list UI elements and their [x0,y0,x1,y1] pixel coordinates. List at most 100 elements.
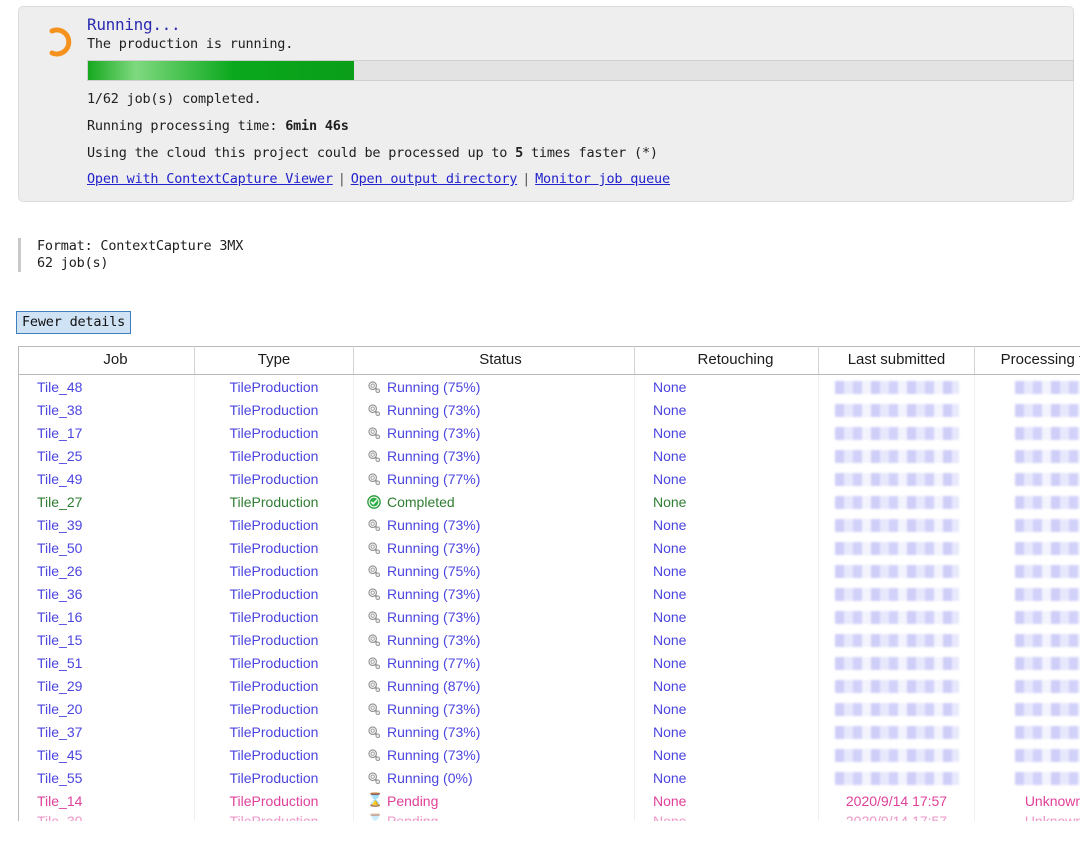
table-row[interactable]: Tile_25 TileProduction Running (73%) None [18,444,1080,467]
status-text: Running (73%) [387,539,481,556]
cell-last-submitted [818,513,975,536]
cell-job[interactable]: Tile_45 [18,743,195,766]
cell-retouching: None [634,605,819,628]
redacted-value [834,519,959,533]
cell-retouching: None [634,651,819,674]
cell-job[interactable]: Tile_14 [18,789,195,812]
cloud-speedup-factor: 5 [515,145,524,161]
table-row[interactable]: Tile_55 TileProduction Running (0%) None [18,766,1080,789]
cell-last-submitted [818,697,975,720]
cell-processing-time [974,766,1080,789]
cell-job[interactable]: Tile_38 [18,398,195,421]
table-row[interactable]: Tile_16 TileProduction Running (73%) None [18,605,1080,628]
status-text: Running (73%) [387,401,481,418]
redacted-value [1015,519,1080,533]
cell-job[interactable]: Tile_39 [18,513,195,536]
table-row[interactable]: Tile_37 TileProduction Running (73%) None [18,720,1080,743]
cell-job[interactable]: Tile_29 [18,674,195,697]
cell-job[interactable]: Tile_48 [18,374,195,398]
table-row[interactable]: Tile_27 TileProduction Completed None [18,490,1080,513]
table-row[interactable]: Tile_30 TileProduction ⌛ Pending None 2020/9/… [18,812,1080,821]
cell-status: ⌛ Pending [353,789,635,812]
cell-retouching: None [634,674,819,697]
gear-icon [367,656,381,670]
table-row[interactable]: Tile_51 TileProduction Running (77%) None [18,651,1080,674]
cloud-line-prefix: Using the cloud this project could be pr… [87,145,516,161]
cell-status: Running (73%) [353,398,635,421]
cell-last-submitted [818,444,975,467]
monitor-job-queue-link[interactable]: Monitor job queue [535,171,670,187]
processing-time-value: Unknown [1024,813,1080,821]
table-row[interactable]: Tile_17 TileProduction Running (73%) None [18,421,1080,444]
redacted-value [1015,680,1080,694]
table-row[interactable]: Tile_29 TileProduction Running (87%) None [18,674,1080,697]
status-text: Running (73%) [387,631,481,648]
cell-job[interactable]: Tile_49 [18,467,195,490]
cell-job[interactable]: Tile_37 [18,720,195,743]
cell-type: TileProduction [194,720,354,743]
status-text: Running (0%) [387,769,473,786]
table-row[interactable]: Tile_20 TileProduction Running (73%) None [18,697,1080,720]
cell-type: TileProduction [194,605,354,628]
table-row[interactable]: Tile_38 TileProduction Running (73%) None [18,398,1080,421]
column-header-type[interactable]: Type [194,346,354,375]
cell-job[interactable]: Tile_25 [18,444,195,467]
cell-job[interactable]: Tile_15 [18,628,195,651]
cell-status: Running (73%) [353,720,635,743]
cell-retouching: None [634,467,819,490]
cell-job[interactable]: Tile_36 [18,582,195,605]
cell-job[interactable]: Tile_20 [18,697,195,720]
column-header-retouching[interactable]: Retouching [634,346,819,375]
cell-retouching: None [634,398,819,421]
fewer-details-button[interactable]: Fewer details [16,311,132,334]
redacted-value [834,634,959,648]
redacted-value [834,496,959,510]
spinner-arc-icon [45,25,79,59]
cell-job[interactable]: Tile_30 [18,812,195,821]
open-output-directory-link[interactable]: Open output directory [351,171,518,187]
cell-job[interactable]: Tile_17 [18,421,195,444]
cell-status: Completed [353,490,635,513]
cell-type: TileProduction [194,789,354,812]
cell-type: TileProduction [194,421,354,444]
column-header-status[interactable]: Status [353,346,635,375]
table-row[interactable]: Tile_39 TileProduction Running (73%) None [18,513,1080,536]
cell-job[interactable]: Tile_51 [18,651,195,674]
status-text: Running (73%) [387,424,481,441]
status-links-row: Open with ContextCapture Viewer | Open out… [87,171,1065,187]
table-row[interactable]: Tile_45 TileProduction Running (73%) None [18,743,1080,766]
gear-icon [367,702,381,716]
cell-job[interactable]: Tile_16 [18,605,195,628]
column-header-job[interactable]: Job [18,346,195,375]
cell-processing-time [974,444,1080,467]
cell-processing-time [974,605,1080,628]
cell-job[interactable]: Tile_50 [18,536,195,559]
table-row[interactable]: Tile_14 TileProduction ⌛ Pending None 2020/9/… [18,789,1080,812]
gear-icon [367,610,381,624]
cell-job[interactable]: Tile_27 [18,490,195,513]
cell-last-submitted: 2020/9/14 17:57 [818,812,975,821]
cell-job[interactable]: Tile_26 [18,559,195,582]
processing-time-label: Running processing time: [87,118,286,134]
cell-processing-time [974,513,1080,536]
table-row[interactable]: Tile_50 TileProduction Running (73%) None [18,536,1080,559]
cell-job[interactable]: Tile_55 [18,766,195,789]
table-row[interactable]: Tile_15 TileProduction Running (73%) None [18,628,1080,651]
table-row[interactable]: Tile_48 TileProduction Running (75%) None [18,374,1080,398]
redacted-value [1015,726,1080,740]
cell-status: Running (77%) [353,467,635,490]
cell-last-submitted [818,605,975,628]
cell-processing-time [974,582,1080,605]
cell-type: TileProduction [194,697,354,720]
table-row[interactable]: Tile_36 TileProduction Running (73%) None [18,582,1080,605]
status-text: Running (77%) [387,654,481,671]
cell-last-submitted [818,374,975,398]
cell-processing-time [974,421,1080,444]
cell-last-submitted [818,559,975,582]
open-with-viewer-link[interactable]: Open with ContextCapture Viewer [87,171,333,187]
table-row[interactable]: Tile_49 TileProduction Running (77%) None [18,467,1080,490]
table-row[interactable]: Tile_26 TileProduction Running (75%) None [18,559,1080,582]
column-header-last-submitted[interactable]: Last submitted [818,346,975,375]
redacted-value [1015,588,1080,602]
column-header-processing-time[interactable]: Processing time [974,346,1080,375]
